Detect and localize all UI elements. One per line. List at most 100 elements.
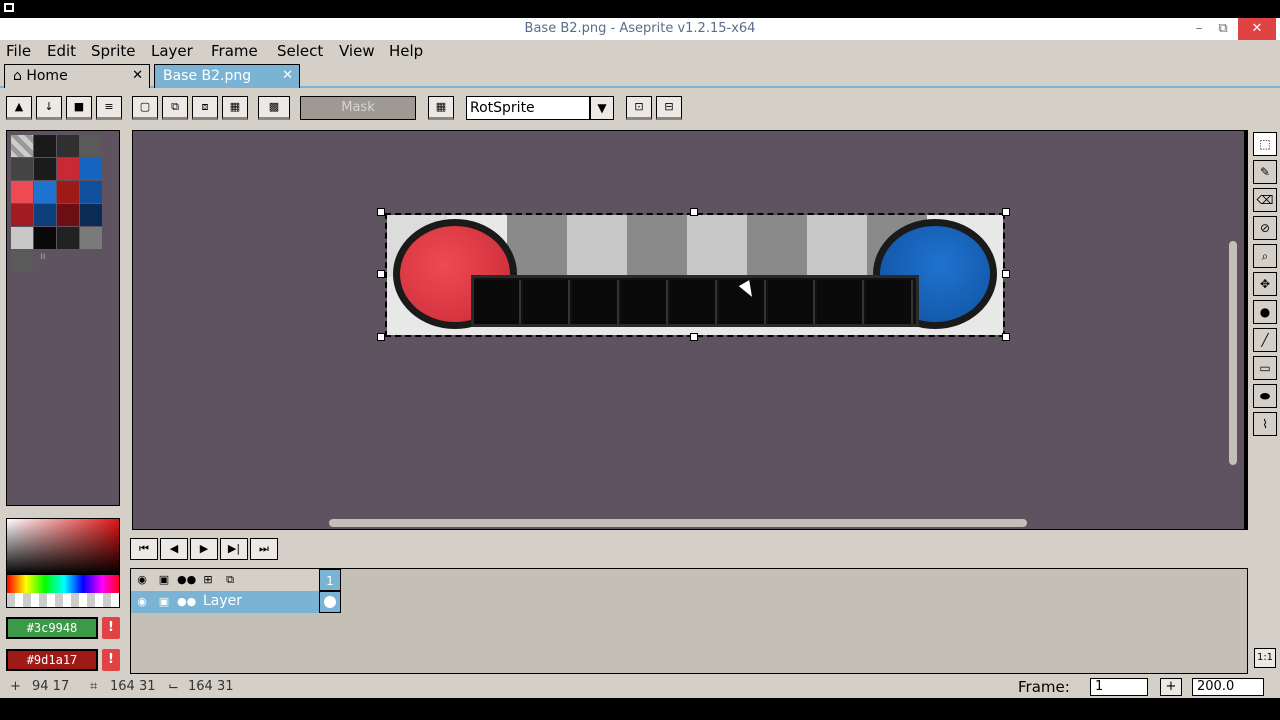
palette-swatch[interactable] — [80, 227, 102, 249]
padlock-icon[interactable]: ▣ — [155, 571, 173, 589]
color-picker[interactable] — [6, 518, 120, 608]
menu-frame[interactable]: Frame — [211, 42, 258, 60]
new-frame-button[interactable]: + — [1160, 678, 1182, 696]
menu-layer[interactable]: Layer — [151, 42, 193, 60]
palette-swatch[interactable] — [11, 250, 33, 272]
palette-swatch[interactable] — [57, 158, 79, 180]
palette-swatch[interactable] — [57, 227, 79, 249]
previous-frame-icon[interactable]: ◀ — [160, 538, 188, 560]
background-color-button[interactable]: #9d1a17 — [6, 649, 98, 671]
palette-swatch[interactable] — [57, 204, 79, 226]
menu-file[interactable]: File — [6, 42, 31, 60]
palette-swatch[interactable] — [34, 204, 56, 226]
arrow-down-icon[interactable]: ↓ — [36, 96, 62, 120]
layer-continuous-icon[interactable]: ●● — [177, 593, 196, 611]
continuous-icon[interactable]: ●● — [177, 571, 196, 589]
palette-swatch[interactable] — [57, 181, 79, 203]
tab-base-b2[interactable]: Base B2.png ✕ — [154, 64, 300, 88]
selection-subtract-icon[interactable]: ⧈ — [192, 96, 218, 120]
layer-row[interactable]: ◉ ▣ ●● Layer — [131, 591, 319, 613]
lock-icon[interactable]: ▲ — [6, 96, 32, 120]
menu-sprite[interactable]: Sprite — [91, 42, 136, 60]
layer-lock-icon[interactable]: ▣ — [155, 593, 173, 611]
selection-marquee[interactable] — [385, 213, 1005, 337]
palette-swatch[interactable] — [11, 227, 33, 249]
contour-icon[interactable]: ⬬ — [1253, 384, 1277, 408]
palette-swatch[interactable] — [34, 158, 56, 180]
layer-visible-icon[interactable]: ◉ — [133, 593, 151, 611]
transform-handle[interactable] — [1002, 270, 1010, 278]
pencil-icon[interactable]: ✎ — [1253, 160, 1277, 184]
rectangular-marquee-icon[interactable]: ⬚ — [1253, 132, 1277, 156]
menu-help[interactable]: Help — [389, 42, 423, 60]
selection-add-icon[interactable]: ⧉ — [162, 96, 188, 120]
eraser-icon[interactable]: ⌫ — [1253, 188, 1277, 212]
background-warning-icon[interactable]: ! — [102, 649, 120, 671]
palette-swatch[interactable] — [11, 204, 33, 226]
tab-home[interactable]: ⌂ Home ✕ — [4, 64, 150, 88]
palette-swatch[interactable] — [11, 181, 33, 203]
alpha-slider[interactable] — [7, 593, 119, 607]
last-frame-icon[interactable]: ⏭ — [250, 538, 278, 560]
transform-handle[interactable] — [690, 333, 698, 341]
transparent-color-icon[interactable]: ▩ — [258, 96, 290, 120]
next-frame-icon[interactable]: ▶| — [220, 538, 248, 560]
transform-handle[interactable] — [1002, 333, 1010, 341]
transform-handle[interactable] — [377, 208, 385, 216]
transform-handle[interactable] — [377, 333, 385, 341]
cancel-transform-icon[interactable]: ⊟ — [656, 96, 682, 120]
menu-edit[interactable]: Edit — [47, 42, 76, 60]
chevron-down-icon[interactable]: ▼ — [590, 96, 614, 120]
vertical-scrollbar[interactable] — [1229, 241, 1237, 465]
onion-skin-icon[interactable]: ⧉ — [221, 571, 239, 589]
close-window-button[interactable]: ✕ — [1238, 18, 1276, 40]
editor-canvas[interactable] — [132, 130, 1248, 530]
palette-swatch[interactable] — [80, 158, 102, 180]
blur-icon[interactable]: ⌇ — [1253, 412, 1277, 436]
palette-swatch[interactable] — [34, 135, 56, 157]
drop-pixels-icon[interactable]: ⊡ — [626, 96, 652, 120]
cel[interactable] — [319, 591, 341, 613]
frame-header-1[interactable]: 1 — [319, 569, 341, 591]
palette-swatch[interactable] — [11, 158, 33, 180]
move-icon[interactable]: ✥ — [1253, 272, 1277, 296]
palette-swatch[interactable] — [80, 181, 102, 203]
palette-swatch[interactable] — [34, 181, 56, 203]
transform-handle[interactable] — [1002, 208, 1010, 216]
palette-swatch[interactable] — [80, 135, 102, 157]
list-icon[interactable]: ≡ — [96, 96, 122, 120]
play-icon[interactable]: ▶ — [190, 538, 218, 560]
saturation-value-box[interactable] — [7, 519, 119, 575]
transform-handle[interactable] — [377, 270, 385, 278]
frame-input[interactable]: 1 — [1090, 678, 1148, 696]
palette-swatch[interactable] — [80, 204, 102, 226]
hue-slider[interactable] — [7, 575, 119, 593]
rotation-algorithm-select[interactable]: RotSprite — [466, 96, 590, 120]
palette-swatch[interactable] — [57, 135, 79, 157]
paint-bucket-icon[interactable]: ● — [1253, 300, 1277, 324]
tab-base-b2-close-icon[interactable]: ✕ — [282, 68, 293, 83]
selection-intersect-icon[interactable]: ▦ — [222, 96, 248, 120]
layer-group-icon[interactable]: ⊞ — [199, 571, 217, 589]
first-frame-icon[interactable]: ⏮ — [130, 538, 158, 560]
eye-icon[interactable]: ◉ — [133, 571, 151, 589]
rectangle-icon[interactable]: ▭ — [1253, 356, 1277, 380]
foreground-color-button[interactable]: #3c9948 — [6, 617, 98, 639]
tab-home-close-icon[interactable]: ✕ — [132, 68, 143, 83]
restore-button[interactable]: ⧉ — [1208, 18, 1238, 40]
horizontal-scrollbar[interactable] — [329, 519, 1027, 527]
pivot-icon[interactable]: ▦ — [428, 96, 454, 120]
selection-replace-icon[interactable]: ▢ — [132, 96, 158, 120]
palette-swatch[interactable] — [11, 135, 33, 157]
foreground-warning-icon[interactable]: ! — [102, 617, 120, 639]
transform-handle[interactable] — [690, 208, 698, 216]
menu-select[interactable]: Select — [277, 42, 323, 60]
stop-icon[interactable]: ■ — [66, 96, 92, 120]
menu-view[interactable]: View — [339, 42, 375, 60]
reset-zoom-button[interactable]: 1:1 — [1254, 648, 1276, 668]
zoom-icon[interactable]: ⌕ — [1253, 244, 1277, 268]
palette-swatch[interactable] — [34, 227, 56, 249]
line-icon[interactable]: ╱ — [1253, 328, 1277, 352]
eyedropper-icon[interactable]: ⊘ — [1253, 216, 1277, 240]
zoom-input[interactable]: 200.0 — [1192, 678, 1264, 696]
